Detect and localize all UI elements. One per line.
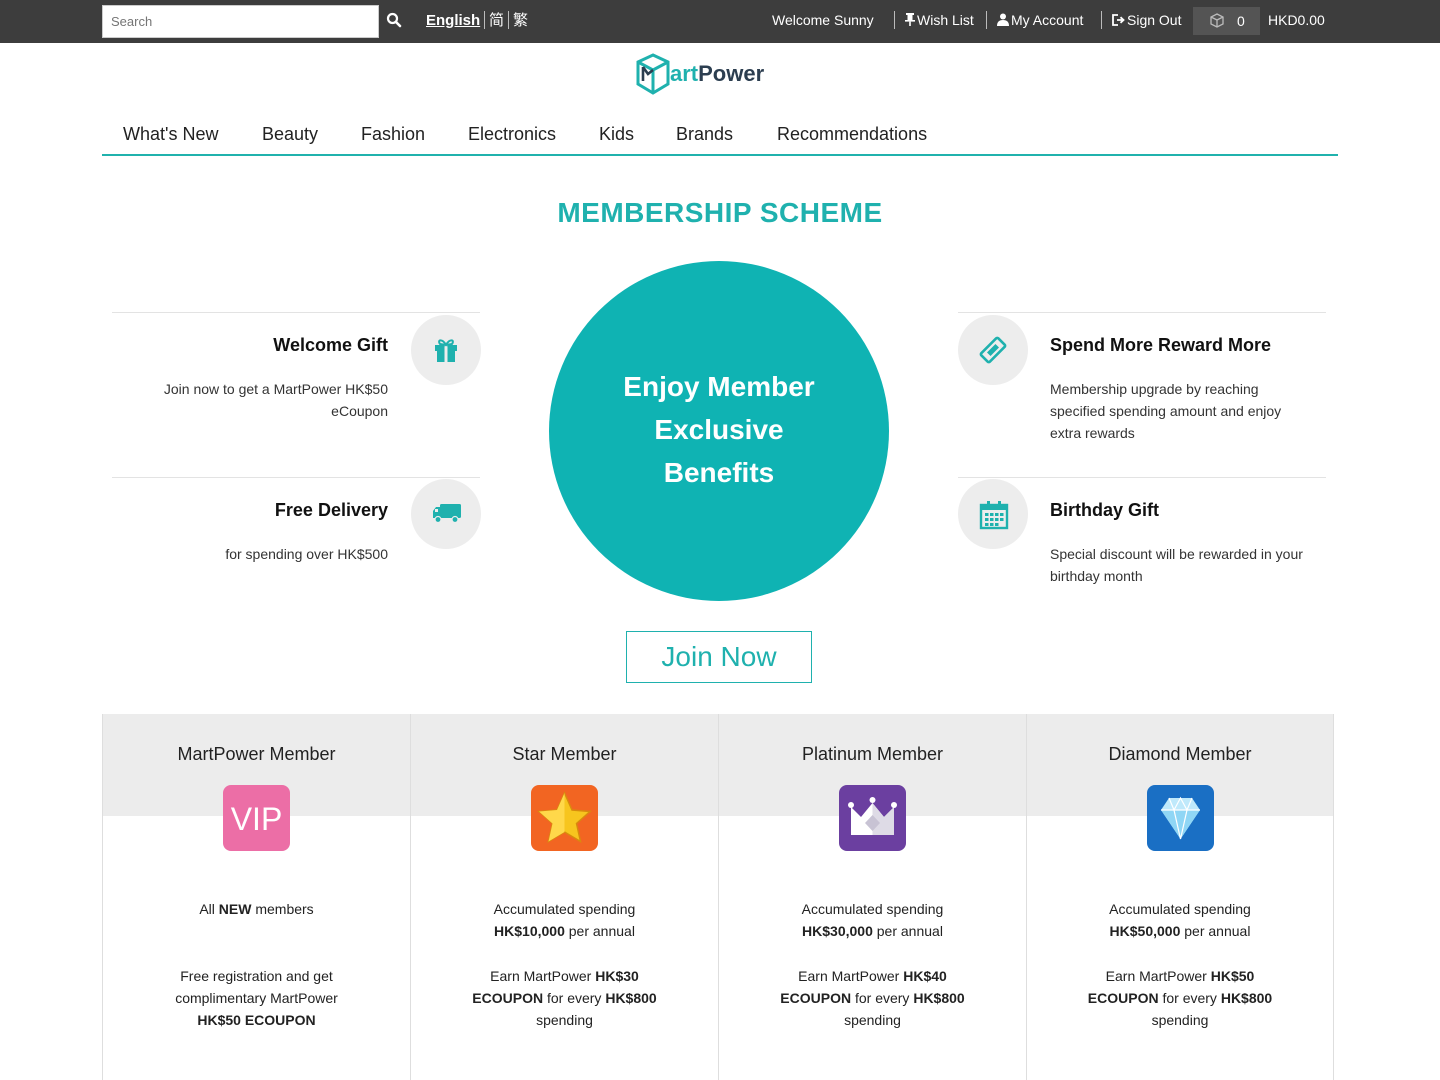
divider <box>894 11 895 29</box>
divider <box>484 11 485 29</box>
martpower-logo[interactable]: artPower <box>636 53 764 95</box>
benefits-line-2: Exclusive <box>654 414 784 445</box>
tier-diamond-member: Diamond Member Accumulated spending HK$5… <box>1026 714 1334 1080</box>
top-bar: English 简 繁 Welcome Sunny Wish List My A… <box>0 0 1440 43</box>
divider <box>112 312 480 313</box>
truck-icon-circle <box>411 479 481 549</box>
my-account-link[interactable]: My Account <box>997 11 1083 29</box>
lang-english-link[interactable]: English <box>426 12 480 30</box>
page-title: MEMBERSHIP SCHEME <box>557 197 883 228</box>
svg-text:VIP: VIP <box>231 801 283 837</box>
birthday-gift-title: Birthday Gift <box>1050 500 1160 520</box>
search-input[interactable] <box>102 5 379 38</box>
tier-benefit: Earn MartPower HK$40 ECOUPON for every H… <box>780 968 965 1028</box>
calendar-icon <box>979 501 1009 530</box>
nav-beauty[interactable]: Beauty <box>262 124 318 145</box>
cart-total: HKD0.00 <box>1268 12 1325 28</box>
welcome-gift-desc: Join now to get a MartPower HK$50 eCoupo… <box>163 381 388 419</box>
pin-icon <box>905 13 915 26</box>
vip-badge-icon: VIP <box>223 785 290 851</box>
benefits-circle: Enjoy Member Exclusive Benefits <box>549 261 889 601</box>
free-delivery-desc: for spending over HK$500 <box>225 546 388 562</box>
diamond-badge-icon <box>1147 785 1214 851</box>
membership-tiers: MartPower Member VIP All NEW members Fre… <box>102 714 1334 1080</box>
sign-out-label: Sign Out <box>1127 12 1182 28</box>
nav-kids[interactable]: Kids <box>599 124 634 145</box>
gift-icon-circle <box>411 315 481 385</box>
welcome-text: Welcome Sunny <box>772 12 874 28</box>
tier-benefit: Earn MartPower HK$50 ECOUPON for every H… <box>1087 968 1273 1028</box>
wishlist-link[interactable]: Wish List <box>905 11 974 29</box>
ticket-icon <box>979 336 1007 364</box>
cart-button[interactable]: 0 <box>1193 7 1260 35</box>
tier-name: Diamond Member <box>1108 744 1252 764</box>
logo-box-icon <box>636 53 670 95</box>
divider <box>958 312 1326 313</box>
tier-requirement: All NEW members <box>199 901 314 917</box>
divider <box>508 11 509 29</box>
join-now-button[interactable]: Join Now <box>626 631 812 683</box>
gift-icon <box>435 339 457 362</box>
tier-name: Platinum Member <box>801 744 944 764</box>
birthday-gift-desc: Special discount will be rewarded in you… <box>1050 546 1303 584</box>
cart-box-icon <box>1210 13 1224 28</box>
lang-simplified-link[interactable]: 简 <box>489 12 504 30</box>
divider <box>986 11 987 29</box>
benefits-line-3: Benefits <box>663 457 775 488</box>
sign-out-link[interactable]: Sign Out <box>1112 11 1181 29</box>
nav-fashion[interactable]: Fashion <box>361 124 425 145</box>
ticket-icon-circle <box>958 315 1028 385</box>
nav-brands[interactable]: Brands <box>676 124 733 145</box>
nav-electronics[interactable]: Electronics <box>468 124 556 145</box>
spend-more-desc: Membership upgrade by reaching specified… <box>1050 381 1282 441</box>
tier-star-member: Star Member Accumulated spending HK$10,0… <box>410 714 718 1080</box>
lang-traditional-link[interactable]: 繁 <box>513 12 528 30</box>
nav-recommendations[interactable]: Recommendations <box>777 124 927 145</box>
truck-icon <box>433 504 461 524</box>
sign-out-icon <box>1112 14 1125 26</box>
benefits-line-1: Enjoy Member <box>623 371 815 402</box>
tier-platinum-member: Platinum Member Accumulated spending HK$… <box>718 714 1026 1080</box>
nav-whats-new[interactable]: What's New <box>123 124 218 145</box>
tier-benefit: Earn MartPower HK$30 ECOUPON for every H… <box>472 968 657 1028</box>
calendar-icon-circle <box>958 479 1028 549</box>
cart-count: 0 <box>1237 13 1245 29</box>
divider <box>1101 11 1102 29</box>
main-nav: What's New Beauty Fashion Electronics Ki… <box>102 113 1338 156</box>
search-icon[interactable] <box>386 12 404 30</box>
tier-name: Star Member <box>512 744 617 764</box>
star-badge-icon <box>531 785 598 851</box>
free-delivery-title: Free Delivery <box>274 500 388 520</box>
tier-martpower-member: MartPower Member VIP All NEW members Fre… <box>102 714 410 1080</box>
tier-name: MartPower Member <box>177 744 336 764</box>
divider <box>958 477 1326 478</box>
divider <box>112 477 480 478</box>
tier-benefit: Free registration and get complimentary … <box>175 968 338 1028</box>
welcome-gift-title: Welcome Gift <box>273 335 388 355</box>
tier-requirement: Accumulated spending HK$50,000 per annua… <box>1109 901 1251 939</box>
spend-more-title: Spend More Reward More <box>1050 335 1272 355</box>
user-icon <box>997 13 1009 26</box>
crown-badge-icon <box>839 785 906 851</box>
wishlist-label: Wish List <box>917 12 974 28</box>
my-account-label: My Account <box>1011 12 1084 28</box>
tier-requirement: Accumulated spending HK$30,000 per annua… <box>801 901 944 939</box>
tier-requirement: Accumulated spending HK$10,000 per annua… <box>493 901 636 939</box>
logo-text: artPower <box>670 61 765 86</box>
